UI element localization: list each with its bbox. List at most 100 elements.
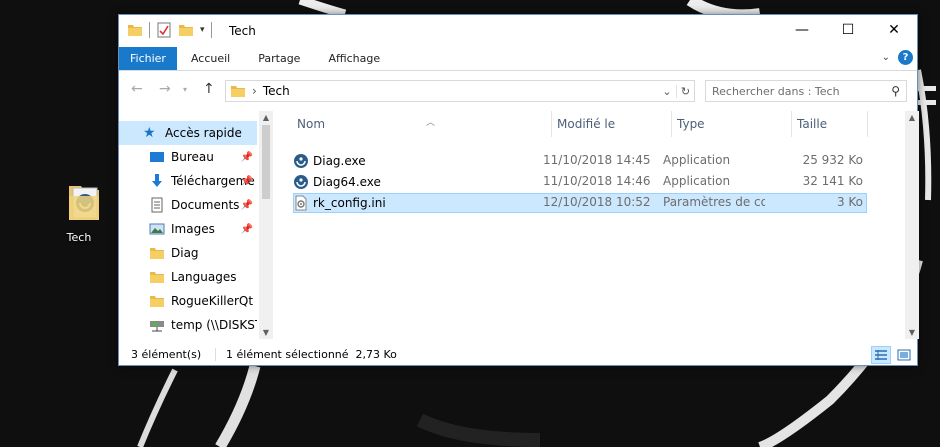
status-bar: 3 élément(s) 1 élément sélectionné 2,73 … (119, 343, 917, 365)
folder-icon (150, 248, 164, 259)
picture-icon (149, 223, 165, 235)
document-icon (151, 197, 163, 213)
details-view-button[interactable] (871, 346, 891, 364)
navigation-pane-scrollbar[interactable]: ▲ ▼ (259, 111, 273, 339)
column-header-modified[interactable]: Modifié le (551, 111, 669, 137)
file-type: Application (663, 153, 731, 167)
breadcrumb-separator-icon[interactable]: › (252, 84, 257, 98)
toolbar-separator (149, 22, 150, 38)
pin-icon[interactable]: 📌 (241, 224, 253, 235)
column-header-name[interactable]: Nom ︿ (291, 111, 549, 137)
file-size: 3 Ko (836, 195, 863, 209)
nav-item-diag[interactable]: Diag (119, 241, 257, 265)
network-drive-icon (150, 321, 164, 332)
file-type: Paramètres de configuration (663, 195, 765, 209)
new-folder-icon[interactable] (178, 22, 194, 38)
pin-icon[interactable]: 📌 (241, 200, 253, 211)
desktop-icon-label: Tech (66, 231, 92, 244)
close-icon: ✕ (888, 22, 900, 38)
ribbon-tabs: Fichier Accueil Partage Affichage ⌄ ? (119, 47, 917, 71)
help-icon[interactable]: ? (898, 50, 913, 65)
nav-item-label: temp (\\DISKSTATION (171, 318, 257, 332)
file-modified: 11/10/2018 14:45 (543, 153, 651, 167)
sort-ascending-icon: ︿ (426, 118, 436, 128)
scroll-up-arrow-icon[interactable]: ▲ (259, 113, 273, 122)
navigation-pane: ★ Accès rapide Bureau 📌 Téléchargements … (119, 111, 273, 339)
breadcrumb-tech[interactable]: Tech (263, 84, 290, 98)
tab-view[interactable]: Affichage (314, 47, 394, 70)
file-name: Diag64.exe (313, 175, 381, 189)
nav-item-languages[interactable]: Languages (119, 265, 257, 289)
column-divider[interactable] (867, 111, 868, 137)
address-dropdown-chevron-icon[interactable]: ⌄ (658, 85, 676, 98)
column-header-label: Nom (297, 117, 326, 131)
toolbar-separator (210, 22, 212, 38)
title-bar[interactable]: ▾ Tech — ☐ ✕ (119, 15, 917, 47)
large-icons-view-button[interactable] (894, 346, 914, 364)
nav-item-roguekillerqt[interactable]: RogueKillerQt (119, 289, 257, 313)
address-bar[interactable]: › Tech ⌄ ↻ (225, 80, 695, 102)
tab-home[interactable]: Accueil (177, 47, 244, 70)
search-icon[interactable]: ⚲ (891, 84, 900, 98)
ini-file-icon (295, 195, 307, 211)
pin-icon[interactable]: 📌 (241, 152, 253, 163)
maximize-button[interactable]: ☐ (825, 15, 871, 45)
selection-info: 1 élément sélectionné 2,73 Ko (215, 348, 397, 361)
nav-item-pictures[interactable]: Images 📌 (119, 217, 257, 241)
scroll-up-arrow-icon[interactable]: ▲ (905, 113, 919, 122)
up-arrow-icon[interactable]: ↑ (203, 81, 215, 97)
exe-icon (294, 175, 308, 189)
search-box[interactable]: ⚲ (705, 80, 907, 102)
nav-item-documents[interactable]: Documents 📌 (119, 193, 257, 217)
explorer-window: ▾ Tech — ☐ ✕ Fichier Accueil Partage Aff… (118, 14, 919, 366)
maximize-icon: ☐ (841, 22, 855, 38)
recent-locations-chevron-icon[interactable]: ▾ (183, 85, 187, 94)
file-size: 32 141 Ko (802, 174, 863, 188)
nav-item-label: Accès rapide (165, 126, 242, 140)
nav-item-downloads[interactable]: Téléchargements 📌 (119, 169, 257, 193)
minimize-icon: — (795, 22, 809, 38)
column-header-size[interactable]: Taille (791, 111, 867, 137)
nav-item-label: Languages (171, 270, 237, 284)
ribbon-right-controls: ⌄ ? (882, 50, 913, 65)
quick-access-toolbar: ▾ (127, 22, 212, 38)
scrollbar-thumb[interactable] (262, 125, 270, 199)
folder-icon (150, 272, 164, 283)
item-count: 3 élément(s) (131, 348, 202, 361)
caption-buttons: — ☐ ✕ (779, 15, 917, 45)
exe-icon (294, 154, 308, 168)
expand-ribbon-chevron-icon[interactable]: ⌄ (882, 52, 890, 63)
folder-icon (128, 25, 142, 36)
nav-item-quick-access[interactable]: ★ Accès rapide (119, 121, 257, 145)
scroll-down-arrow-icon[interactable]: ▼ (259, 328, 273, 337)
file-row-selected[interactable]: rk_config.ini 12/10/2018 10:52 Paramètre… (293, 193, 867, 213)
file-modified: 12/10/2018 10:52 (543, 195, 651, 209)
pin-icon[interactable]: 📌 (241, 176, 253, 187)
file-row[interactable]: Diag.exe 11/10/2018 14:45 Application 25… (293, 151, 867, 171)
search-input[interactable] (712, 84, 872, 98)
desktop-icon (150, 152, 164, 162)
nav-item-label: Diag (171, 246, 199, 260)
refresh-icon[interactable]: ↻ (676, 84, 694, 98)
customize-toolbar-chevron-icon[interactable]: ▾ (200, 25, 205, 35)
folder-icon (150, 296, 164, 307)
scroll-down-arrow-icon[interactable]: ▼ (905, 328, 919, 337)
minimize-button[interactable]: — (779, 15, 825, 45)
properties-icon[interactable] (156, 22, 172, 38)
download-icon (152, 174, 162, 187)
back-arrow-icon[interactable]: ← (131, 81, 143, 97)
tab-share[interactable]: Partage (244, 47, 314, 70)
file-name: rk_config.ini (313, 196, 386, 210)
nav-item-label: Images (171, 222, 215, 236)
file-name: Diag.exe (313, 154, 366, 168)
column-header-type[interactable]: Type (671, 111, 789, 137)
close-button[interactable]: ✕ (871, 15, 917, 45)
navigation-bar: ← → ▾ ↑ › Tech ⌄ ↻ ⚲ (119, 71, 917, 111)
tab-file[interactable]: Fichier (119, 47, 177, 70)
desktop-shortcut-tech[interactable]: Tech (50, 180, 108, 244)
file-list-scrollbar[interactable]: ▲ ▼ (905, 111, 919, 339)
file-row[interactable]: Diag64.exe 11/10/2018 14:46 Application … (293, 172, 867, 192)
nav-item-desktop[interactable]: Bureau 📌 (119, 145, 257, 169)
nav-item-temp-network[interactable]: temp (\\DISKSTATION (119, 313, 257, 337)
forward-arrow-icon[interactable]: → (159, 81, 171, 97)
